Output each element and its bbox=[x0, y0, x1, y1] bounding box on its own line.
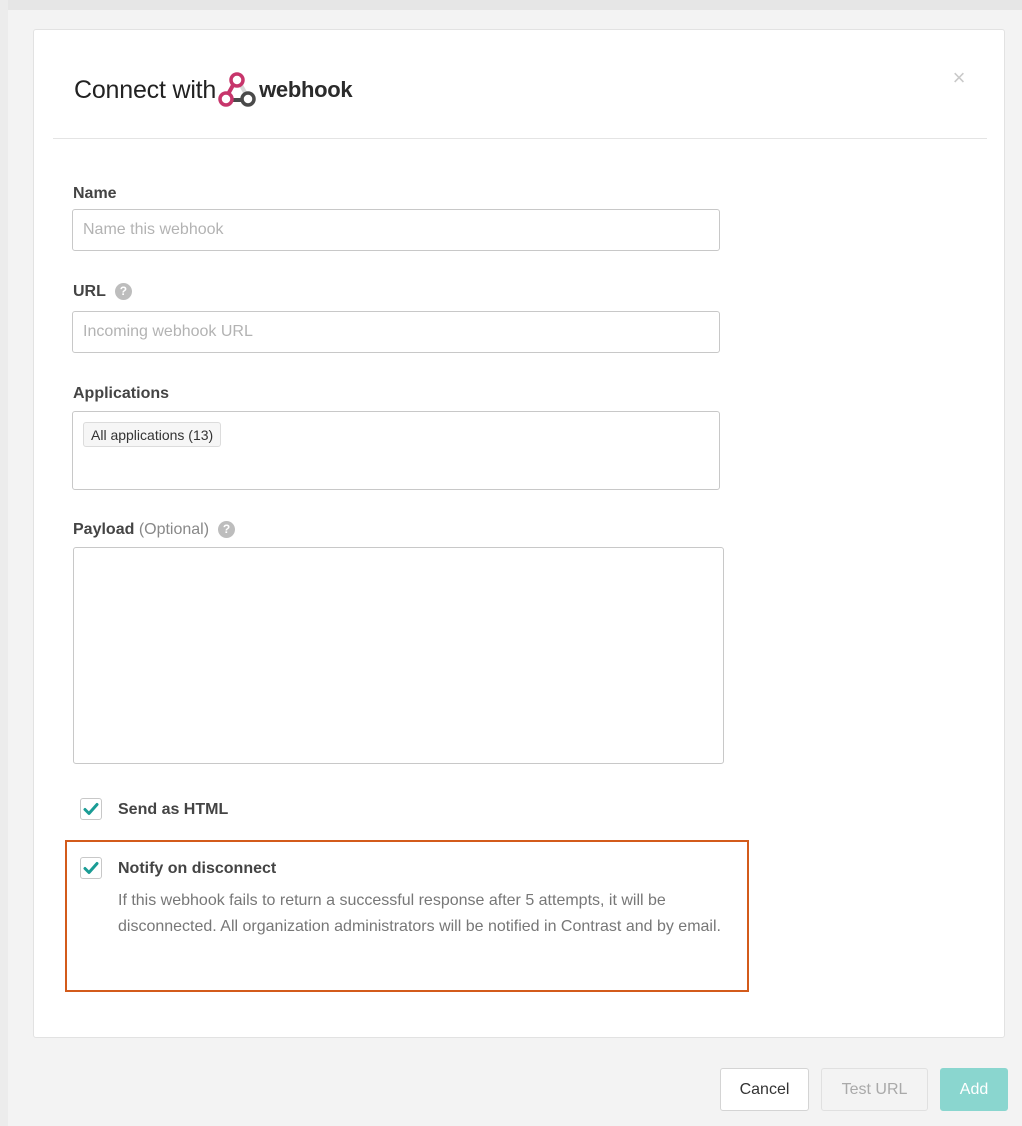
send-as-html-checkbox[interactable] bbox=[80, 798, 102, 820]
notify-on-disconnect-description: If this webhook fails to return a succes… bbox=[118, 892, 721, 935]
header-divider bbox=[53, 138, 987, 139]
top-bar bbox=[0, 0, 1022, 10]
close-icon[interactable]: × bbox=[949, 67, 969, 89]
url-help-icon[interactable]: ? bbox=[114, 283, 132, 300]
payload-label-row: Payload (Optional)? bbox=[73, 521, 236, 539]
test-url-button[interactable]: Test URL bbox=[821, 1068, 928, 1111]
add-button[interactable]: Add bbox=[940, 1068, 1008, 1111]
applications-select[interactable]: All applications (13) bbox=[72, 411, 720, 490]
url-label: URL bbox=[73, 283, 106, 300]
applications-tag[interactable]: All applications (13) bbox=[83, 422, 222, 447]
payload-textarea[interactable] bbox=[73, 547, 724, 764]
modal-header: Connect with webhook × bbox=[34, 30, 1004, 140]
checkmark-icon bbox=[83, 803, 99, 815]
name-label: Name bbox=[73, 185, 117, 202]
applications-label: Applications bbox=[73, 385, 170, 402]
checkmark-icon bbox=[83, 862, 99, 874]
payload-help-icon[interactable]: ? bbox=[218, 521, 236, 538]
cancel-button[interactable]: Cancel bbox=[720, 1068, 809, 1111]
send-as-html-label: Send as HTML bbox=[118, 801, 229, 818]
webhook-brand-word: webhook bbox=[259, 77, 353, 102]
name-input[interactable] bbox=[72, 209, 720, 251]
url-label-row: URL? bbox=[73, 283, 132, 301]
notify-on-disconnect-label: Notify on disconnect bbox=[118, 860, 277, 877]
left-edge bbox=[0, 0, 8, 1126]
modal-title: Connect with webhook bbox=[74, 70, 353, 110]
webhook-logo: webhook bbox=[217, 72, 353, 108]
connect-webhook-modal: Connect with webhook × Name URL? Applica… bbox=[33, 29, 1005, 1038]
payload-optional-label: (Optional) bbox=[138, 521, 210, 538]
webhook-logo-icon bbox=[218, 72, 256, 107]
url-input[interactable] bbox=[72, 311, 720, 353]
title-text: Connect with bbox=[74, 75, 217, 104]
payload-label: Payload bbox=[73, 521, 135, 538]
notify-on-disconnect-checkbox[interactable] bbox=[80, 857, 102, 879]
